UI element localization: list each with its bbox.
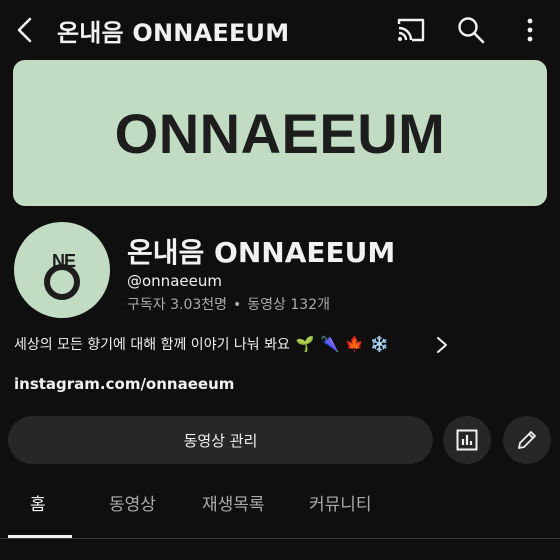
channel-stats: 구독자 3.03천명 • 동영상 132개 (127, 294, 330, 314)
description-text: 세상의 모든 향기에 대해 함께 이야기 나눠 봐요 (14, 337, 290, 353)
tab-community[interactable]: 커뮤니티 (309, 490, 372, 515)
pencil-icon (518, 431, 536, 449)
search-icon[interactable] (456, 15, 486, 45)
sprout-emoji: 🌱 (295, 335, 315, 353)
page-title: 온내음 ONNAEEUM (57, 19, 290, 47)
channel-name: 온내음 ONNAEEUM (127, 236, 396, 269)
avatar-logo-icon: N E (44, 251, 80, 300)
back-arrow-icon[interactable] (10, 14, 42, 46)
cast-icon[interactable] (396, 16, 426, 44)
channel-banner: ONNAEEUM (13, 60, 547, 206)
umbrella-emoji: 🌂 (320, 335, 340, 353)
edit-channel-button[interactable] (503, 416, 551, 464)
analytics-icon (456, 429, 478, 451)
more-vertical-icon[interactable] (518, 15, 542, 45)
snowflake-emoji: ❄️ (369, 335, 389, 353)
channel-handle: @onnaeeum (127, 272, 222, 290)
tabs-divider (0, 538, 560, 539)
tab-playlists[interactable]: 재생목록 (202, 490, 265, 515)
avatar-letter-e: E (64, 251, 76, 271)
stats-separator: • (233, 297, 242, 313)
top-app-bar: 온내음 ONNAEEUM (0, 0, 560, 60)
channel-tabs: 홈 동영상 재생목록 커뮤니티 (0, 490, 560, 538)
video-count: 동영상 132개 (247, 297, 330, 313)
maple-leaf-emoji: 🍁 (345, 335, 364, 353)
channel-description[interactable]: 세상의 모든 향기에 대해 함께 이야기 나눠 봐요 🌱 🌂 🍁 ❄️ (14, 334, 389, 354)
subscriber-count: 구독자 3.03천명 (127, 297, 228, 313)
analytics-button[interactable] (443, 416, 491, 464)
channel-avatar[interactable]: N E (14, 222, 110, 318)
manage-videos-label: 동영상 관리 (183, 431, 258, 450)
tab-home[interactable]: 홈 (30, 490, 46, 515)
manage-videos-button[interactable]: 동영상 관리 (8, 416, 433, 464)
channel-link[interactable]: instagram.com/onnaeeum (14, 375, 234, 393)
chevron-right-icon[interactable] (434, 334, 450, 356)
banner-logo-text: ONNAEEUM (114, 101, 446, 165)
tab-videos[interactable]: 동영상 (109, 490, 156, 515)
